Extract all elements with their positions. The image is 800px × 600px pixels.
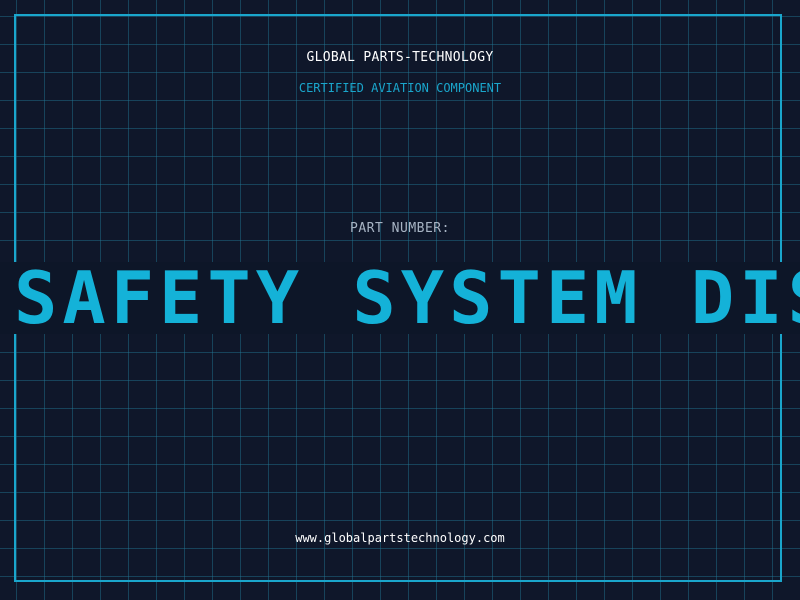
label-card: GLOBAL PARTS-TECHNOLOGY CERTIFIED AVIATI… <box>0 0 800 600</box>
certification-subtitle: CERTIFIED AVIATION COMPONENT <box>298 81 502 95</box>
website-url: www.globalpartstechnology.com <box>295 531 505 545</box>
part-number-band: SAFETY SYSTEM DISA <box>0 262 800 334</box>
company-name: GLOBAL PARTS-TECHNOLOGY <box>306 50 494 65</box>
part-number-label: PART NUMBER: <box>350 221 450 236</box>
part-number-value: SAFETY SYSTEM DISA <box>14 262 800 334</box>
